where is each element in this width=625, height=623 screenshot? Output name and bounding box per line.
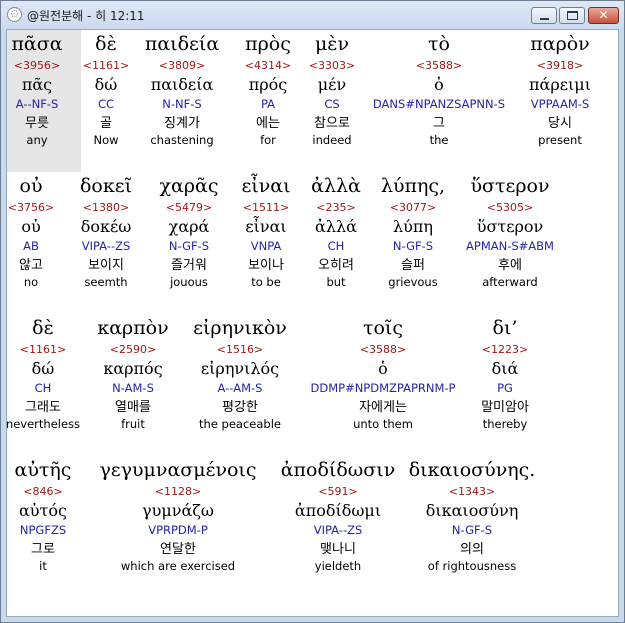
- parsing-code: VPRPDM-P: [148, 523, 208, 537]
- strongs-number[interactable]: <1223>: [440, 343, 570, 357]
- lexical-form: πάρειμι: [529, 75, 591, 94]
- parsing-code: DANS#NPANZSAPNN-S: [372, 97, 506, 111]
- strongs-number[interactable]: <5305>: [450, 201, 570, 215]
- strongs-number[interactable]: <3918>: [505, 59, 615, 73]
- lexical-form: δικαιοσύνη: [425, 501, 519, 520]
- strongs-number[interactable]: <1343>: [402, 485, 542, 499]
- interlinear-view[interactable]: πᾶσα <3956> πᾶς A--NF-S 무릇 any δὲ <1161>…: [6, 29, 619, 617]
- minimize-icon: [540, 18, 549, 20]
- english-gloss: which are exercised: [120, 559, 236, 573]
- word-cell[interactable]: ἀποδίδωσιν <591> ἀποδίδωμι VIPA--ZS 맺나니 …: [273, 456, 403, 574]
- lexical-form: γυμνάζω: [142, 501, 214, 520]
- korean-gloss: 평강한: [222, 400, 258, 415]
- greek-word: τὸ: [428, 33, 450, 55]
- word-cell[interactable]: γεγυμνασμένοις <1128> γυμνάζω VPRPDM-P 연…: [88, 456, 268, 574]
- greek-word: εἰρηνικὸν: [193, 317, 287, 339]
- parsing-code: PG: [497, 381, 513, 395]
- korean-gloss: 의의: [460, 542, 484, 557]
- title-bar[interactable]: ◌ @원전분해 - 히 12:11 ✕: [1, 1, 624, 29]
- word-cell[interactable]: δι’ <1223> διά PG 말미암아 thereby: [440, 314, 570, 432]
- app-window: ◌ @원전분해 - 히 12:11 ✕ πᾶσα <3956> πᾶς A--N…: [0, 0, 625, 623]
- parsing-code: VPPAAM-S: [530, 97, 590, 111]
- strongs-number[interactable]: <591>: [273, 485, 403, 499]
- parsing-code: APMAN-S#ABM: [466, 239, 554, 253]
- close-icon: ✕: [598, 8, 609, 22]
- word-cell[interactable]: εἰρηνικὸν <1516> εἰρηνιλός A--AM-S 평강한 t…: [175, 314, 305, 432]
- word-cell[interactable]: ὕστερον <5305> ὕστερον APMAN-S#ABM 후에 af…: [450, 172, 570, 290]
- minimize-button[interactable]: [531, 7, 557, 24]
- korean-gloss: 말미암아: [481, 400, 529, 415]
- greek-word: δικαιοσύνης.: [408, 459, 536, 481]
- lexical-form: ἀποδίδωμι: [294, 501, 382, 520]
- verse-row: πᾶσα <3956> πᾶς A--NF-S 무릇 any δὲ <1161>…: [7, 30, 618, 172]
- verse-row: οὐ <3756> οὐ AB 않고 no δοκεῖ <1380> δοκέω…: [7, 172, 618, 314]
- verse-row: δὲ <1161> δώ CH 그래도 nevertheless καρπὸν …: [7, 314, 618, 456]
- greek-word: παρὸν: [530, 33, 590, 55]
- greek-word: γεγυμνασμένοις: [99, 459, 257, 481]
- maximize-icon: [567, 11, 578, 20]
- window-title: @원전분해 - 히 12:11: [27, 9, 145, 23]
- lexical-form: εἰρηνιλός: [200, 359, 280, 378]
- strongs-number[interactable]: <1128>: [88, 485, 268, 499]
- korean-gloss: 그: [433, 116, 445, 131]
- word-cell[interactable]: τὸ <3588> ὁ DANS#NPANZSAPNN-S 그 the: [364, 30, 514, 148]
- korean-gloss: 연달한: [160, 542, 196, 557]
- lexical-form: ὁ: [434, 75, 444, 94]
- word-cell[interactable]: δικαιοσύνης. <1343> δικαιοσύνη N-GF-S 의의…: [402, 456, 542, 574]
- english-gloss: yieldeth: [314, 559, 362, 573]
- greek-word: ἀποδίδωσιν: [280, 459, 396, 481]
- greek-word: ὕστερον: [470, 175, 550, 197]
- lexical-form: διά: [491, 359, 519, 378]
- korean-gloss: 맺나니: [320, 542, 356, 557]
- korean-gloss: 당시: [548, 116, 572, 131]
- close-button[interactable]: ✕: [588, 7, 619, 24]
- english-gloss: of rightousness: [427, 559, 517, 573]
- parsing-code: N-GF-S: [451, 523, 493, 537]
- word-cell[interactable]: παρὸν <3918> πάρειμι VPPAAM-S 당시 present: [505, 30, 615, 148]
- lexical-form: ὕστερον: [476, 217, 544, 236]
- korean-gloss: 후에: [498, 258, 522, 273]
- verse-row: αὐτῆς <846> αὐτός NPGFZS 그로 it γεγυμνασμ…: [7, 456, 618, 598]
- english-gloss: afterward: [482, 275, 538, 289]
- english-gloss: present: [538, 133, 582, 147]
- maximize-button[interactable]: [559, 7, 585, 24]
- english-gloss: the peaceable: [199, 417, 281, 431]
- strongs-number[interactable]: <1516>: [175, 343, 305, 357]
- app-circle-icon[interactable]: ◌: [7, 7, 22, 22]
- parsing-code: VIPA--ZS: [313, 523, 363, 537]
- english-gloss: the: [429, 133, 449, 147]
- parsing-code: A--AM-S: [217, 381, 263, 395]
- strongs-number[interactable]: <3588>: [364, 59, 514, 73]
- english-gloss: thereby: [482, 417, 528, 431]
- greek-word: δι’: [492, 317, 518, 339]
